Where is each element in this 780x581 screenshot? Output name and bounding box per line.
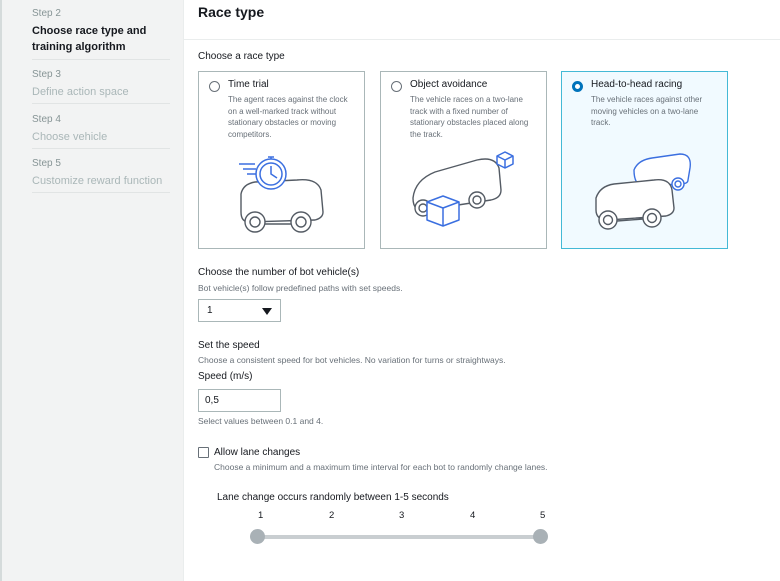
slider-max-handle[interactable]: [533, 529, 548, 544]
page-title: Race type: [198, 4, 265, 20]
step-5-number: Step 5: [32, 158, 61, 169]
step-2-nav-item[interactable]: Step 2 Choose race type and training alg…: [32, 8, 170, 55]
allow-lane-changes-label: Allow lane changes: [214, 447, 301, 458]
step-5-nav-item[interactable]: Step 5 Customize reward function: [32, 158, 170, 189]
bot-count-select[interactable]: 1: [198, 299, 281, 322]
card-title-head-to-head: Head-to-head racing: [591, 79, 683, 90]
speed-section-label: Set the speed: [198, 340, 260, 351]
lane-change-slider-track[interactable]: [258, 535, 540, 539]
race-type-card-head-to-head[interactable]: Head-to-head racing The vehicle races ag…: [561, 71, 728, 249]
lane-changes-description: Choose a minimum and a maximum time inte…: [214, 462, 548, 472]
sidebar-edge: [0, 0, 2, 581]
section-header: Race type: [184, 0, 780, 40]
step-3-title: Define action space: [32, 86, 129, 98]
slider-tick-label: 1: [258, 510, 264, 521]
radio-time-trial[interactable]: [209, 81, 220, 92]
slider-tick-label: 3: [399, 510, 405, 521]
radio-head-to-head[interactable]: [572, 81, 583, 92]
step-divider: [32, 192, 170, 193]
car-obstacles-icon: [412, 151, 514, 227]
lane-change-slider-label: Lane change occurs randomly between 1-5 …: [217, 492, 449, 503]
card-desc-object-avoidance: The vehicle races on a two-lane track wi…: [410, 95, 529, 139]
race-type-label: Choose a race type: [198, 51, 285, 62]
speed-section-description: Choose a consistent speed for bot vehicl…: [198, 355, 506, 365]
step-4-nav-item[interactable]: Step 4 Choose vehicle: [32, 114, 170, 145]
race-type-card-object-avoidance[interactable]: Object avoidance The vehicle races on a …: [380, 71, 547, 249]
card-title-object-avoidance: Object avoidance: [410, 79, 488, 90]
allow-lane-changes-checkbox[interactable]: [198, 447, 209, 458]
wizard-sidebar: Step 2 Choose race type and training alg…: [0, 0, 184, 581]
card-desc-head-to-head: The vehicle races against other moving v…: [591, 95, 703, 127]
step-divider: [32, 59, 170, 60]
step-4-title: Choose vehicle: [32, 131, 108, 143]
slider-tick-label: 2: [329, 510, 335, 521]
step-5-title: Customize reward function: [32, 175, 163, 187]
two-cars-icon: [595, 153, 691, 230]
step-divider: [32, 148, 170, 149]
step-4-number: Step 4: [32, 114, 61, 125]
step-3-number: Step 3: [32, 69, 61, 80]
slider-tick-label: 4: [470, 510, 476, 521]
speed-hint: Select values between 0.1 and 4.: [198, 416, 324, 426]
card-desc-time-trial: The agent races against the clock on a w…: [228, 95, 348, 139]
slider-min-handle[interactable]: [250, 529, 265, 544]
step-2-title: Choose race type and training algorithm: [32, 25, 147, 53]
speed-input[interactable]: [198, 389, 281, 412]
caret-down-icon: [262, 308, 272, 315]
race-type-card-time-trial[interactable]: Time trial The agent races against the c…: [198, 71, 365, 249]
bot-count-label: Choose the number of bot vehicle(s): [198, 267, 360, 278]
card-title-time-trial: Time trial: [228, 79, 269, 90]
step-2-number: Step 2: [32, 8, 61, 19]
step-3-nav-item[interactable]: Step 3 Define action space: [32, 69, 170, 100]
slider-tick-label: 5: [540, 510, 546, 521]
main-content: Race type Choose a race type Time trial …: [184, 0, 780, 581]
bot-count-value: 1: [207, 305, 213, 316]
bot-count-description: Bot vehicle(s) follow predefined paths w…: [198, 283, 403, 293]
step-divider: [32, 103, 170, 104]
stopwatch-car-icon: [239, 156, 324, 233]
speed-field-label: Speed (m/s): [198, 371, 253, 382]
radio-object-avoidance[interactable]: [391, 81, 402, 92]
